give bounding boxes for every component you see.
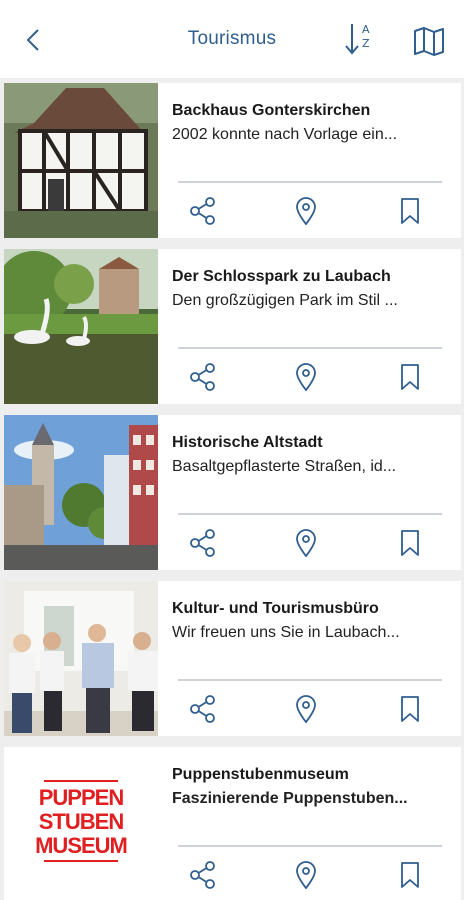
thumbnail-image: PUPPEN STUBEN MUSEUM [4, 747, 158, 900]
share-icon [190, 529, 215, 557]
list-item[interactable]: Kultur- und Tourismusbüro Wir freuen uns… [4, 581, 461, 736]
location-button[interactable] [291, 528, 321, 558]
bookmark-icon [401, 198, 419, 224]
share-button[interactable] [188, 362, 218, 392]
list-item[interactable]: Historische Altstadt Basaltgepflasterte … [4, 415, 461, 570]
svg-text:STUBEN: STUBEN [39, 809, 124, 834]
list-item[interactable]: PUPPEN STUBEN MUSEUM Puppenstubenmuseum … [4, 747, 461, 900]
item-description: Wir freuen uns Sie in Laubach... [172, 624, 400, 641]
share-icon [190, 695, 215, 723]
list-item[interactable]: Backhaus Gonterskirchen 2002 konnte nach… [4, 83, 461, 238]
divider [178, 347, 442, 349]
location-pin-icon [296, 363, 316, 392]
bookmark-button[interactable] [395, 694, 425, 724]
bookmark-icon [401, 364, 419, 390]
location-pin-icon [296, 861, 316, 890]
share-icon [190, 197, 215, 225]
bookmark-button[interactable] [395, 860, 425, 890]
thumbnail-image [4, 83, 158, 238]
location-button[interactable] [291, 860, 321, 890]
share-button[interactable] [188, 528, 218, 558]
item-title: Kultur- und Tourismusbüro [172, 600, 379, 617]
item-title: Puppenstubenmuseum [172, 766, 349, 783]
divider [178, 679, 442, 681]
location-button[interactable] [291, 362, 321, 392]
location-pin-icon [296, 695, 316, 724]
bookmark-button[interactable] [395, 362, 425, 392]
thumbnail-image [4, 249, 158, 404]
sort-glyph-z: Z [362, 37, 370, 50]
sort-az-button[interactable]: AZ [340, 20, 382, 60]
map-icon [414, 27, 444, 56]
item-description: Den großzügigen Park im Stil ... [172, 292, 398, 309]
bookmark-icon [401, 862, 419, 888]
bookmark-button[interactable] [395, 196, 425, 226]
item-title: Der Schlosspark zu Laubach [172, 268, 391, 285]
sort-arrow-icon [345, 24, 359, 55]
item-title: Backhaus Gonterskirchen [172, 102, 371, 119]
museum-logo: PUPPEN STUBEN MUSEUM [4, 747, 158, 900]
svg-text:MUSEUM: MUSEUM [35, 833, 127, 858]
list-item[interactable]: Der Schlosspark zu Laubach Den großzügig… [4, 249, 461, 404]
location-button[interactable] [291, 196, 321, 226]
sort-az-icon: AZ [362, 23, 370, 51]
divider [178, 181, 442, 183]
bookmark-icon [401, 696, 419, 722]
thumbnail-image [4, 415, 158, 570]
page-title: Tourismus [187, 28, 277, 49]
divider [178, 845, 442, 847]
share-icon [190, 861, 215, 889]
location-pin-icon [296, 197, 316, 226]
item-description: Basaltgepflasterte Straßen, id... [172, 458, 397, 475]
location-pin-icon [296, 529, 316, 558]
svg-text:PUPPEN: PUPPEN [39, 785, 124, 810]
thumbnail-image [4, 581, 158, 736]
share-button[interactable] [188, 694, 218, 724]
share-icon [190, 363, 215, 391]
item-title: Historische Altstadt [172, 434, 323, 451]
sort-glyph-a: A [362, 23, 370, 36]
location-button[interactable] [291, 694, 321, 724]
item-description: 2002 konnte nach Vorlage ein... [172, 126, 398, 143]
bookmark-icon [401, 530, 419, 556]
share-button[interactable] [188, 860, 218, 890]
app-bar: Tourismus AZ [0, 0, 464, 78]
divider [178, 513, 442, 515]
bookmark-button[interactable] [395, 528, 425, 558]
map-button[interactable] [412, 25, 446, 57]
item-description: Faszinierende Puppenstuben... [172, 790, 408, 807]
share-button[interactable] [188, 196, 218, 226]
